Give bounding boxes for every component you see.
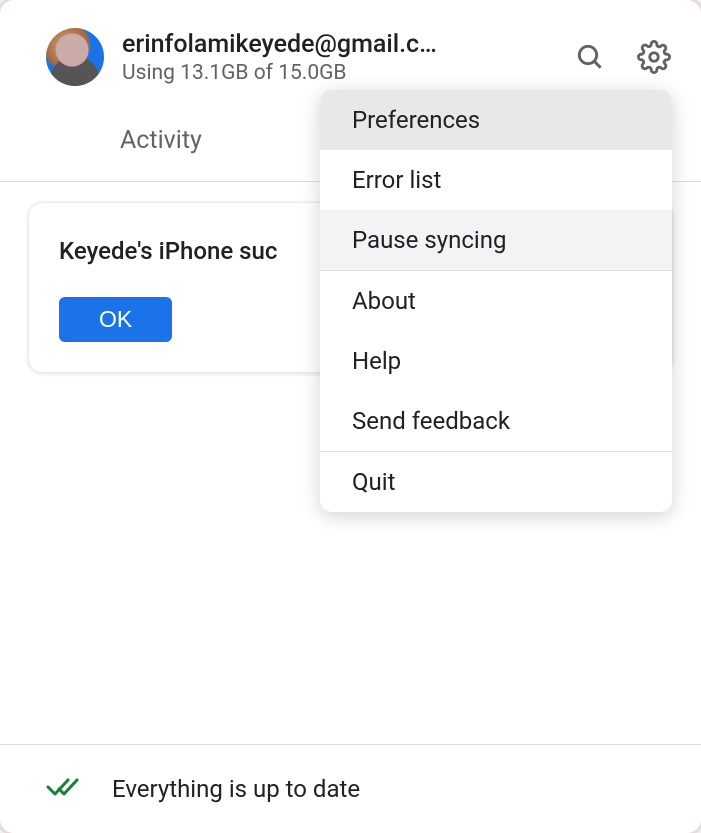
storage-text: Using 13.1GB of 15.0GB: [122, 61, 549, 85]
settings-menu: Preferences Error list Pause syncing Abo…: [320, 90, 672, 512]
check-icon: [46, 773, 82, 805]
tab-activity[interactable]: Activity: [120, 126, 202, 155]
menu-error-list[interactable]: Error list: [320, 150, 672, 210]
ok-button[interactable]: OK: [59, 297, 172, 342]
menu-preferences[interactable]: Preferences: [320, 90, 672, 150]
header-icons: [573, 40, 671, 74]
menu-about[interactable]: About: [320, 271, 672, 331]
status-text: Everything is up to date: [112, 775, 360, 803]
account-email: erinfolamikeyede@gmail.c…: [122, 30, 492, 59]
footer: Everything is up to date: [0, 744, 701, 833]
avatar[interactable]: [46, 28, 104, 86]
search-icon[interactable]: [573, 40, 607, 74]
header: erinfolamikeyede@gmail.c… Using 13.1GB o…: [0, 0, 701, 96]
menu-quit[interactable]: Quit: [320, 452, 672, 512]
gear-icon[interactable]: [637, 40, 671, 74]
menu-pause-syncing[interactable]: Pause syncing: [320, 210, 672, 270]
menu-send-feedback[interactable]: Send feedback: [320, 391, 672, 451]
account-info: erinfolamikeyede@gmail.c… Using 13.1GB o…: [122, 30, 549, 85]
drive-window: erinfolamikeyede@gmail.c… Using 13.1GB o…: [0, 0, 701, 833]
menu-help[interactable]: Help: [320, 331, 672, 391]
